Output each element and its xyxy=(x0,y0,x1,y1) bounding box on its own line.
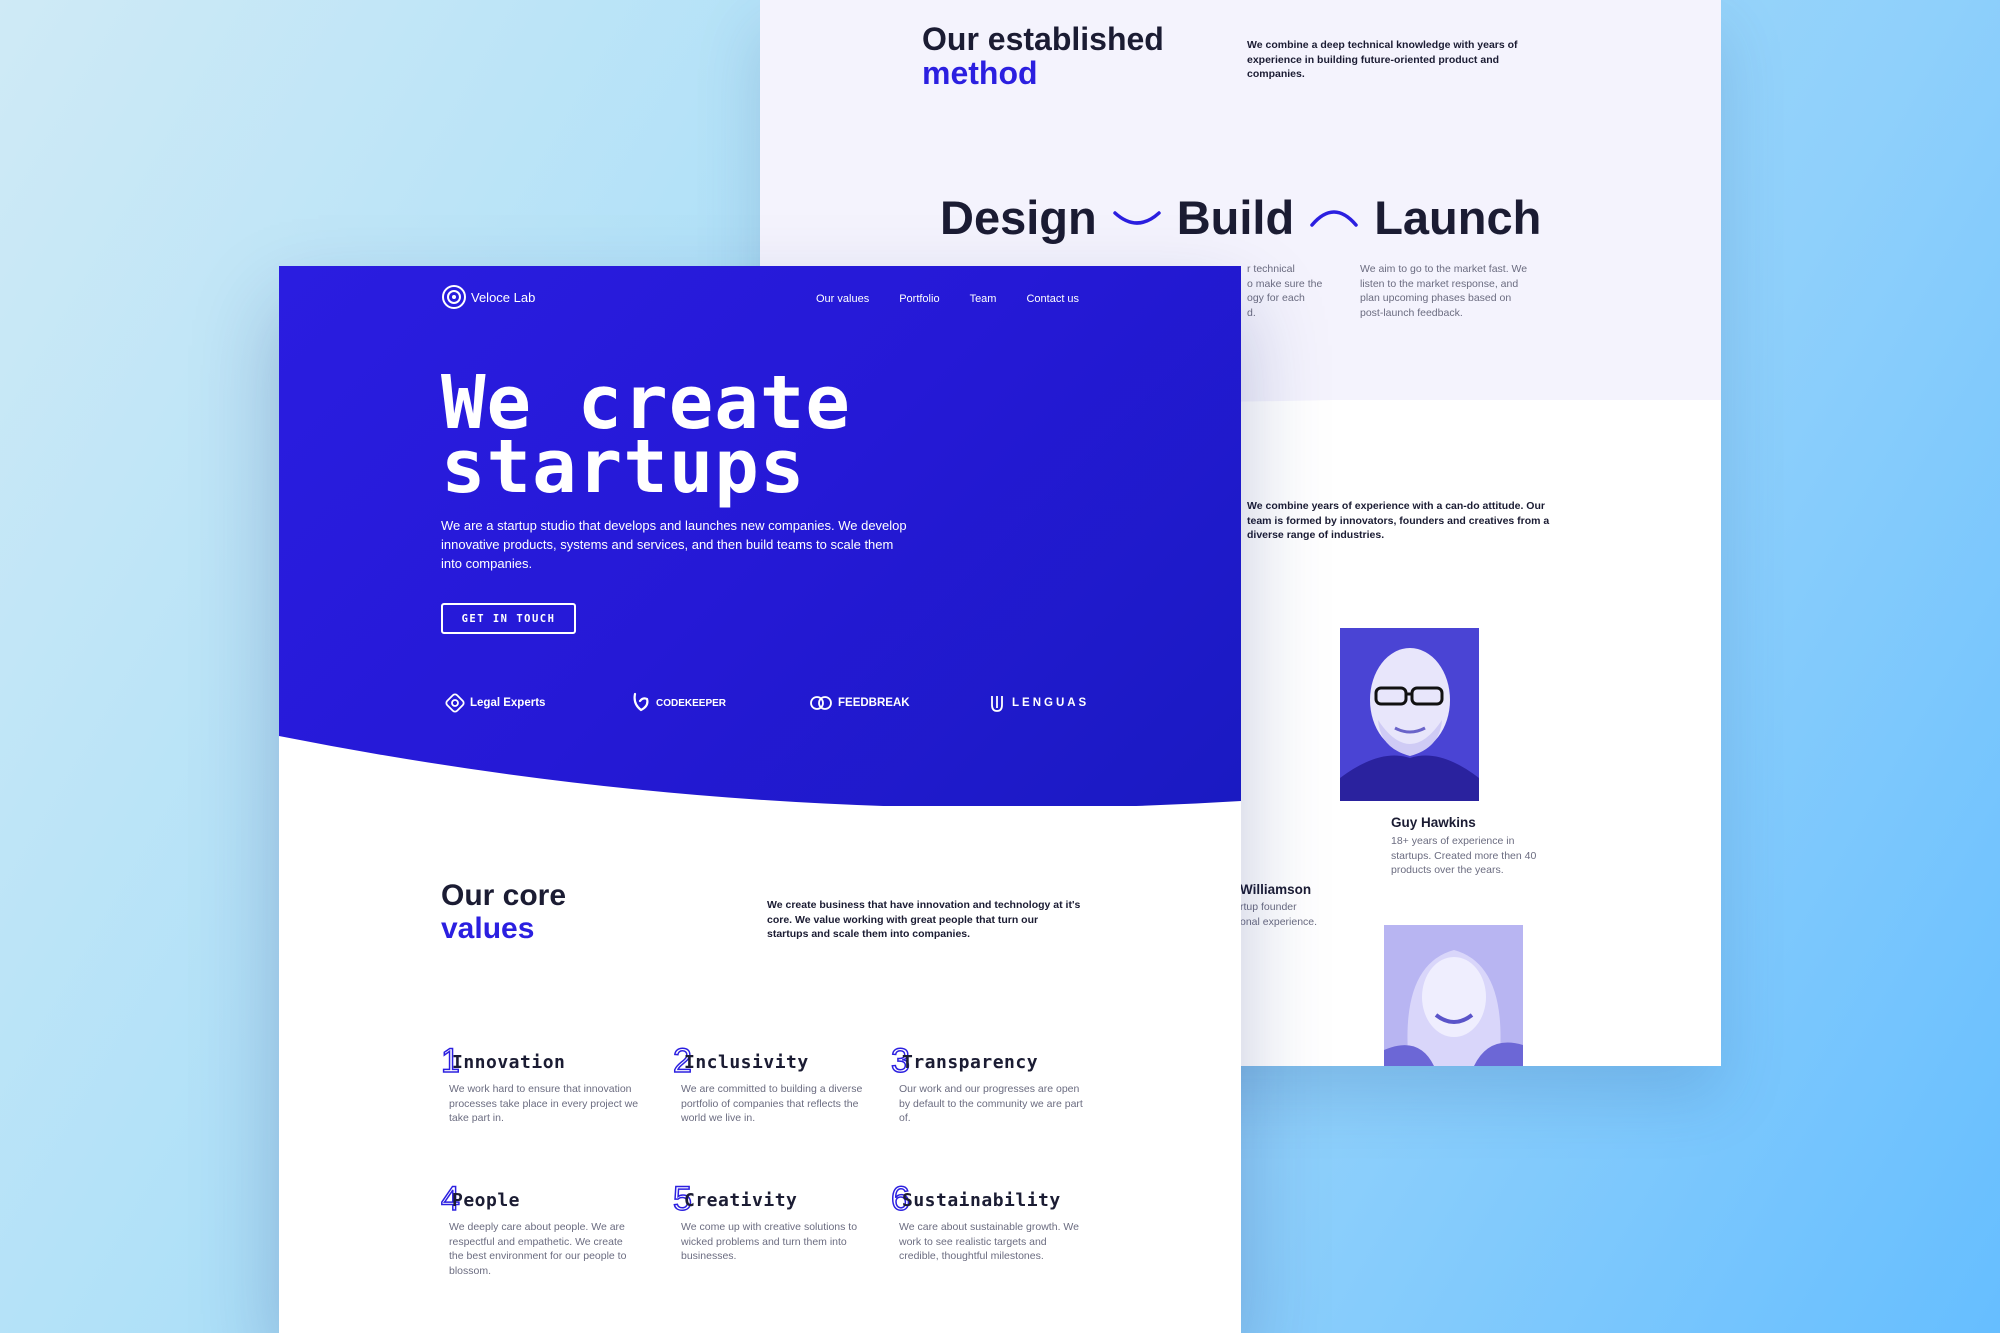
step-launch: Launch xyxy=(1374,191,1542,244)
main-nav: Our values Portfolio Team Contact us xyxy=(816,293,1079,305)
value-title: Inclusivity xyxy=(684,1052,809,1073)
hero-bottom-curve xyxy=(279,736,1241,816)
partner-lenguas[interactable]: LENGUAS xyxy=(986,692,1106,714)
launch-step-desc: We aim to go to the market fast. We list… xyxy=(1360,263,1528,319)
lenguas-logo-icon xyxy=(991,696,1003,712)
value-desc: We deeply care about people. We are resp… xyxy=(449,1221,627,1277)
guy-hawkins-photo xyxy=(1340,628,1479,801)
value-card-sustainability: 6 Sustainability We care about sustainab… xyxy=(890,1181,1089,1264)
step-design: Design xyxy=(940,191,1097,244)
core-values-title-accent: values xyxy=(441,912,535,945)
core-values-intro: We create business that have innovation … xyxy=(767,899,1081,940)
nav-our-values[interactable]: Our values xyxy=(816,293,869,305)
hero-subtitle: We are a startup studio that develops an… xyxy=(441,518,907,571)
member-bio-guy-hawkins: 18+ years of experience in startups. Cre… xyxy=(1391,835,1537,876)
codekeeper-logo-icon xyxy=(633,692,649,712)
value-card-innovation: 1 Innovation We work hard to ensure that… xyxy=(440,1043,639,1126)
design-build-launch: Design Build Launch xyxy=(940,190,1541,245)
team-member-photo-4 xyxy=(1384,925,1523,1066)
value-title: People xyxy=(452,1190,521,1211)
feedbreak-logo-icon xyxy=(810,696,832,710)
value-card-people: 4 People We deeply care about people. We… xyxy=(440,1181,639,1278)
step-build: Build xyxy=(1176,191,1295,244)
get-in-touch-button[interactable]: GET IN TOUCH xyxy=(441,603,576,634)
value-card-creativity: 5 Creativity We come up with creative so… xyxy=(672,1181,871,1264)
hero-title: We create startups xyxy=(441,360,851,510)
core-values-title: Our core values xyxy=(441,879,567,945)
member-name-guy-hawkins: Guy Hawkins xyxy=(1391,815,1476,830)
value-title: Sustainability xyxy=(902,1190,1061,1211)
value-card-inclusivity: 2 Inclusivity We are committed to buildi… xyxy=(672,1043,871,1126)
value-title: Innovation xyxy=(452,1052,566,1073)
smile-curve-icon xyxy=(1112,210,1161,225)
partner-feedbreak[interactable]: FEEDBREAK xyxy=(808,692,986,714)
method-title: Our established method xyxy=(922,21,1164,91)
site-logo[interactable]: Veloce Lab xyxy=(441,284,535,310)
value-desc: We are committed to building a diverse p… xyxy=(681,1083,863,1124)
brand-name: Veloce Lab xyxy=(471,289,536,305)
nav-portfolio[interactable]: Portfolio xyxy=(899,293,939,305)
value-desc: We care about sustainable growth. We wor… xyxy=(899,1221,1079,1262)
value-desc: Our work and our progresses are open by … xyxy=(899,1083,1083,1124)
nav-contact-us[interactable]: Contact us xyxy=(1026,293,1079,305)
value-card-transparency: 3 Transparency Our work and our progress… xyxy=(890,1043,1089,1126)
value-desc: We work hard to ensure that innovation p… xyxy=(449,1083,639,1124)
member-name-williamson: Williamson xyxy=(1240,882,1312,897)
partner-logos: Legal Experts CODEKEEPER FEEDBREAK LENGU… xyxy=(444,692,1106,714)
veloce-lab-logo-icon xyxy=(442,285,466,309)
value-title: Creativity xyxy=(684,1190,798,1211)
method-title-accent: method xyxy=(922,55,1038,91)
team-intro: We combine years of experience with a ca… xyxy=(1247,500,1550,541)
legal-experts-logo-icon xyxy=(445,693,465,713)
method-intro: We combine a deep technical knowledge wi… xyxy=(1247,39,1518,80)
partner-legal-experts[interactable]: Legal Experts xyxy=(444,692,630,714)
value-title: Transparency xyxy=(902,1052,1039,1073)
value-desc: We come up with creative solutions to wi… xyxy=(681,1221,858,1262)
front-page-mockup: Veloce Lab Our values Portfolio Team Con… xyxy=(279,266,1241,1333)
member-bio-williamson: rtup founder onal experience. xyxy=(1240,901,1318,928)
partner-codekeeper[interactable]: CODEKEEPER xyxy=(630,692,808,714)
arc-curve-icon xyxy=(1310,209,1358,227)
nav-team[interactable]: Team xyxy=(970,293,997,305)
